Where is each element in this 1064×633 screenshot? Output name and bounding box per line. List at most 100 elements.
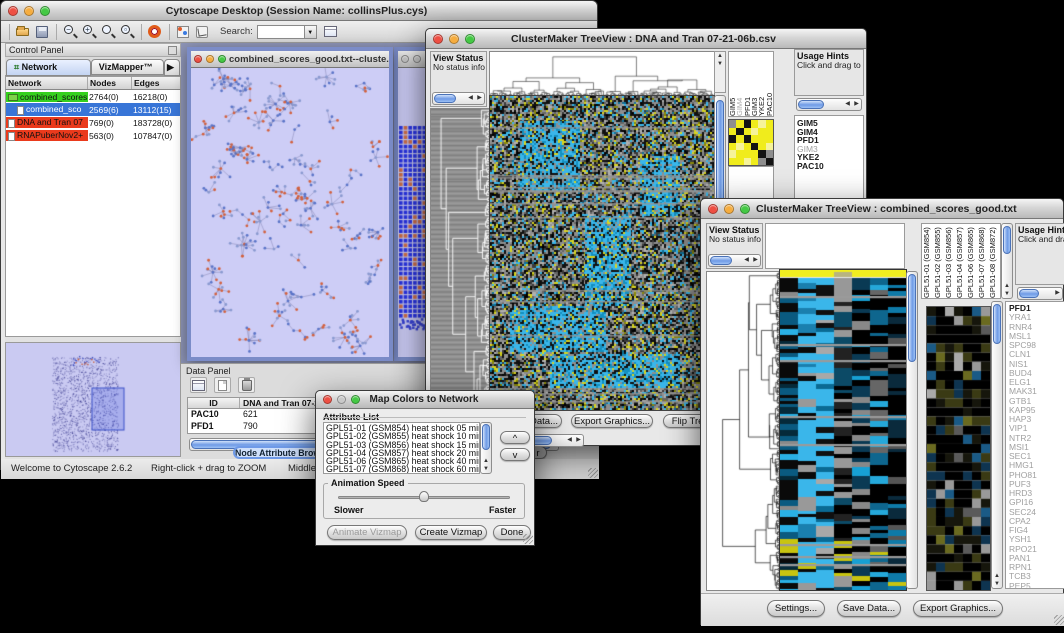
matrix-cell[interactable] bbox=[744, 158, 751, 166]
tv2-column-label[interactable]: GPL51-04 (GSM857) bbox=[956, 224, 967, 298]
new-attribute-icon[interactable] bbox=[214, 377, 231, 393]
matrix-cell[interactable] bbox=[751, 150, 758, 158]
matrix-cell[interactable] bbox=[766, 128, 773, 136]
tv1-column-label[interactable]: PFD1 bbox=[744, 52, 751, 116]
matrix-cell[interactable] bbox=[758, 143, 765, 151]
close-icon[interactable] bbox=[8, 6, 18, 16]
node-attribute-browser-tab[interactable]: Node Attribute Brows bbox=[233, 446, 321, 459]
network-window1-titlebar[interactable]: combined_scores_good.txt--cluste... bbox=[191, 51, 389, 68]
matrix-cell[interactable] bbox=[751, 143, 758, 151]
network-row-dna-tran[interactable]: DNA and Tran 07 769(0) 183728(0) bbox=[6, 116, 180, 129]
minimize-icon[interactable] bbox=[449, 34, 459, 44]
scroll-left-icon[interactable]: ◀ bbox=[466, 93, 475, 104]
attribute-list-vscrollbar[interactable]: ▲ ▼ bbox=[480, 422, 492, 474]
network-table-icon[interactable] bbox=[323, 24, 340, 40]
matrix-cell[interactable] bbox=[758, 120, 765, 128]
matrix-cell[interactable] bbox=[729, 128, 736, 136]
close-icon[interactable] bbox=[194, 55, 202, 63]
network-view2-canvas[interactable] bbox=[398, 68, 427, 357]
network-window2-titlebar[interactable] bbox=[398, 51, 427, 68]
scroll-left-icon[interactable]: ◀ bbox=[565, 435, 574, 446]
matrix-cell[interactable] bbox=[744, 128, 751, 136]
dialog-titlebar[interactable]: Map Colors to Network bbox=[316, 391, 534, 409]
tv1-column-dendrogram[interactable] bbox=[489, 51, 715, 97]
tabs-more-button[interactable]: ▶ bbox=[164, 59, 180, 76]
matrix-cell[interactable] bbox=[744, 135, 751, 143]
tv2-hints-hscrollbar[interactable]: ▶ bbox=[1017, 287, 1063, 300]
matrix-cell[interactable] bbox=[744, 143, 751, 151]
tv2-collabel-vscrollbar[interactable]: ▲ ▼ bbox=[1001, 223, 1013, 299]
tv2-column-label[interactable]: GPL51-02 (GSM855) bbox=[934, 224, 945, 298]
network-row-combined-sco-selected[interactable]: combined_sco 2569(6) 13112(15) bbox=[6, 103, 180, 116]
close-icon[interactable] bbox=[323, 395, 332, 404]
scroll-left-icon[interactable]: ◀ bbox=[843, 99, 852, 110]
open-icon[interactable] bbox=[15, 24, 32, 40]
help-icon[interactable] bbox=[147, 24, 164, 40]
zoom-window-icon[interactable] bbox=[351, 395, 360, 404]
matrix-cell[interactable] bbox=[729, 120, 736, 128]
tv2-column-label[interactable]: GPL51-03 (GSM856) bbox=[945, 224, 956, 298]
create-vizmap-button[interactable]: Create Vizmap bbox=[415, 525, 487, 540]
resize-grip[interactable] bbox=[588, 468, 598, 478]
minimize-icon[interactable] bbox=[206, 55, 214, 63]
animate-vizmap-button[interactable]: Animate Vizmap bbox=[327, 525, 407, 540]
tv2-settings-button[interactable]: Settings... bbox=[767, 600, 825, 617]
matrix-cell[interactable] bbox=[729, 143, 736, 151]
matrix-cell[interactable] bbox=[766, 120, 773, 128]
tv1-heatmap[interactable] bbox=[489, 95, 715, 411]
minimize-icon[interactable] bbox=[724, 204, 734, 214]
scroll-left-icon[interactable]: ◀ bbox=[742, 255, 751, 266]
scroll-up-icon[interactable]: ▲ bbox=[481, 457, 491, 465]
scroll-right-icon[interactable]: ▶ bbox=[1053, 288, 1062, 299]
zoom-window-icon[interactable] bbox=[218, 55, 226, 63]
matrix-cell[interactable] bbox=[744, 150, 751, 158]
tv2-gene-label[interactable]: PEP5 bbox=[1009, 582, 1064, 590]
matrix-cell[interactable] bbox=[736, 150, 743, 158]
tv2-heatmap-vscrollbar[interactable] bbox=[906, 271, 918, 589]
minimize-icon[interactable] bbox=[24, 6, 34, 16]
matrix-cell[interactable] bbox=[736, 135, 743, 143]
zoom-window-icon[interactable] bbox=[40, 6, 50, 16]
minimize-icon[interactable] bbox=[337, 395, 346, 404]
tv1-row-dendrogram[interactable] bbox=[430, 108, 490, 411]
tv2-column-dendrogram-panel[interactable] bbox=[765, 223, 905, 269]
animation-slider-thumb[interactable] bbox=[419, 491, 429, 502]
move-up-button[interactable]: ^ bbox=[500, 431, 530, 444]
tv2-status-hscrollbar[interactable]: ◀ ▶ bbox=[708, 254, 761, 267]
float-panel-icon[interactable] bbox=[168, 46, 177, 55]
delete-attribute-icon[interactable] bbox=[238, 377, 255, 393]
annotation-icon[interactable] bbox=[194, 24, 211, 40]
scroll-right-icon[interactable]: ▶ bbox=[475, 93, 484, 104]
tv2-column-label[interactable]: GPL51-06 (GSM865) bbox=[967, 224, 978, 298]
tv1-export-graphics-button[interactable]: Export Graphics... bbox=[571, 414, 653, 428]
matrix-cell[interactable] bbox=[751, 128, 758, 136]
tv2-column-label[interactable]: GPL51-08 (GSM872) bbox=[989, 224, 1000, 298]
save-icon[interactable] bbox=[34, 24, 51, 40]
matrix-cell[interactable] bbox=[758, 128, 765, 136]
zoom-window-icon[interactable] bbox=[740, 204, 750, 214]
tv1-column-label[interactable]: PAC10 bbox=[766, 52, 773, 116]
close-icon[interactable] bbox=[401, 55, 409, 63]
zoom-fit-icon[interactable] bbox=[100, 24, 117, 40]
tab-vizmapper[interactable]: VizMapper™ bbox=[91, 59, 164, 75]
scroll-up-icon[interactable]: ▲ bbox=[1002, 282, 1012, 290]
matrix-cell[interactable] bbox=[729, 158, 736, 166]
resize-grip[interactable] bbox=[523, 534, 533, 544]
matrix-cell[interactable] bbox=[736, 128, 743, 136]
network-view-canvas[interactable] bbox=[191, 68, 389, 357]
move-down-button[interactable]: v bbox=[500, 448, 530, 461]
tab-network[interactable]: ⌗ Network bbox=[6, 59, 91, 76]
close-icon[interactable] bbox=[433, 34, 443, 44]
minimize-icon[interactable] bbox=[413, 55, 421, 63]
matrix-cell[interactable] bbox=[736, 143, 743, 151]
zoom-window-icon[interactable] bbox=[465, 34, 475, 44]
treeview1-titlebar[interactable]: ClusterMaker TreeView : DNA and Tran 07-… bbox=[426, 29, 866, 49]
close-icon[interactable] bbox=[708, 204, 718, 214]
tv1-bottom-hscrollbar[interactable]: ◀ ▶ bbox=[528, 434, 584, 447]
zoom-selected-icon[interactable]: ▫ bbox=[119, 24, 136, 40]
tv2-column-label[interactable]: GPL51-07 (GSM868) bbox=[978, 224, 989, 298]
network-row-rnapuber[interactable]: RNAPuberNov2+ 563(0) 107847(0) bbox=[6, 129, 180, 142]
matrix-cell[interactable] bbox=[729, 135, 736, 143]
tv2-row-dendrogram[interactable] bbox=[706, 271, 780, 591]
tv1-label-scroll[interactable]: ▲ ▼ bbox=[714, 51, 726, 93]
